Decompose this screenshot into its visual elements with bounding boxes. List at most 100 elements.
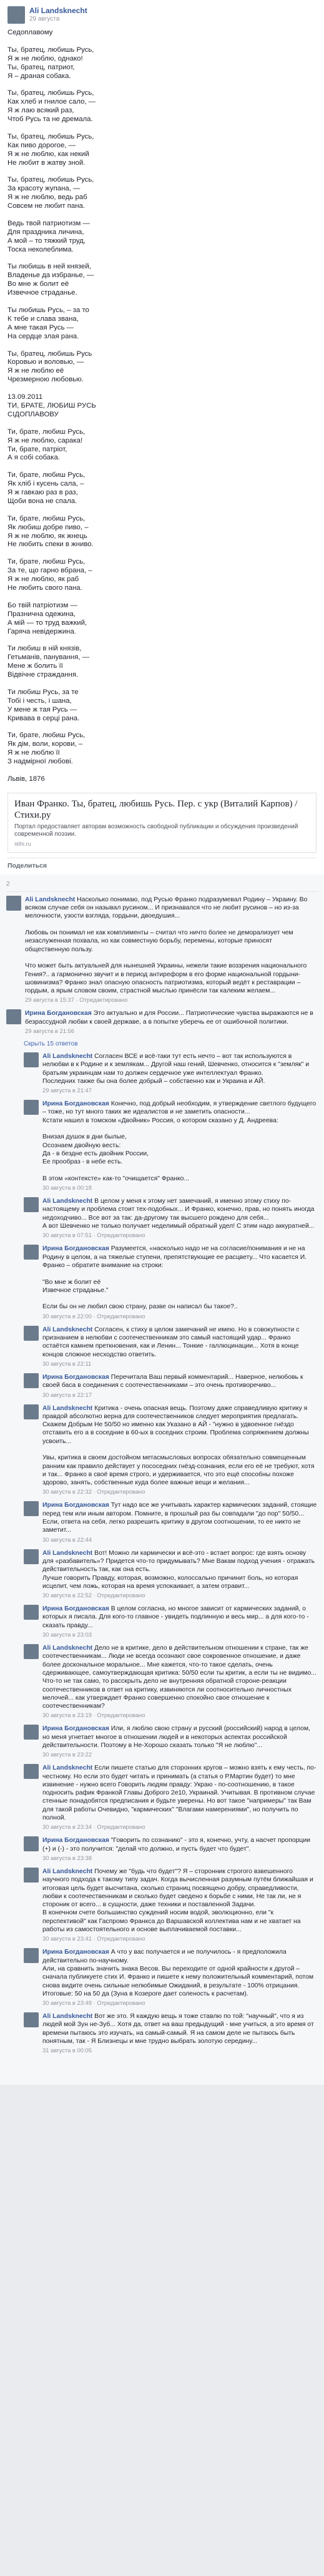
post-date[interactable]: 29 августа xyxy=(29,16,59,22)
link-description: Портал предоставляет авторам возможность… xyxy=(14,823,298,838)
comment-text: Ирина Богдановская Конечно, под добрый н… xyxy=(42,1100,318,1183)
comment-text: Ali Landsknecht Почему же "будь что буде… xyxy=(42,1868,318,1934)
comment-author[interactable]: Ali Landsknecht xyxy=(42,1550,92,1557)
comment-author[interactable]: Ali Landsknecht xyxy=(42,1645,92,1652)
comment-content: А что у вас получается и не получилось -… xyxy=(42,1949,314,1997)
reply-item: Ирина Богдановская А что у вас получаетс… xyxy=(24,1948,318,2006)
comment-author[interactable]: Ирина Богдановская xyxy=(42,1837,109,1844)
comment-body: Ирина Богдановская А что у вас получаетс… xyxy=(42,1948,318,2006)
comment-text: Ali Landsknecht Насколько понимаю, под Р… xyxy=(25,896,318,996)
comment-meta: 30 августа в 22:17 xyxy=(42,1391,92,1398)
commenter-avatar[interactable] xyxy=(24,1100,39,1115)
comment-meta: 30 августа в 22:11 xyxy=(42,1359,92,1367)
comment-author[interactable]: Ali Landsknecht xyxy=(42,1405,92,1412)
comment-author[interactable]: Ali Landsknecht xyxy=(42,1198,92,1205)
comment-meta: 30 августа в 22:52 · Отредактировано xyxy=(42,1592,145,1599)
commenter-avatar[interactable] xyxy=(24,1373,39,1388)
comment-meta: 29 августа в 15:37 · Отредактировано xyxy=(25,996,128,1004)
comment-text: Ali Landsknecht В целом у меня к этому н… xyxy=(42,1197,318,1230)
reply-item: Ирина Богдановская Конечно, под добрый н… xyxy=(24,1100,318,1191)
comment-text: Ирина Богдановская Перечитала Ваш первый… xyxy=(42,1373,318,1390)
comment-meta: 30 августа в 23:22 xyxy=(42,1751,92,1758)
comment-content: Конечно, под добрый необходим, я утвержд… xyxy=(42,1100,317,1182)
comment-meta: 30 августа в 23:38 xyxy=(42,1854,92,1861)
reply-item: Ирина Богдановская В целом согласна, но … xyxy=(24,1605,318,1638)
comment-author[interactable]: Ali Landsknecht xyxy=(25,896,75,903)
comment-meta: 29 августа в 21:47 xyxy=(42,1087,92,1094)
comment-body: Ali Landsknecht Вот! Можно ли кармически… xyxy=(42,1549,318,1599)
link-preview-body: Иван Франко. Ты, братец, любишь Русь. Пе… xyxy=(8,793,316,852)
commenter-avatar[interactable] xyxy=(24,1836,39,1852)
comment-author[interactable]: Ali Landsknecht xyxy=(42,1868,92,1875)
comment-text: Ali Landsknecht Дело не в критике, дело … xyxy=(42,1644,318,1710)
comment-content: Дело не в критике, дело в действительном… xyxy=(42,1645,317,1710)
link-domain: stihi.ru xyxy=(14,840,31,847)
comment-author[interactable]: Ali Landsknecht xyxy=(42,1326,92,1333)
comment-meta: 30 августа в 23:34 · Отредактировано xyxy=(42,1823,145,1831)
reply-item: Ирина Богдановская Или, я люблю свою стр… xyxy=(24,1725,318,1758)
link-title[interactable]: Иван Франко. Ты, братец, любишь Русь. Пе… xyxy=(14,798,310,821)
comment-body: Ali Landsknecht В целом у меня к этому н… xyxy=(42,1197,318,1238)
post-text: Седоплавому Ты, братец, любишь Русь, Я ж… xyxy=(7,29,96,783)
comment-author[interactable]: Ирина Богдановская xyxy=(42,1245,109,1252)
commenter-avatar[interactable] xyxy=(24,1501,39,1517)
commenter-avatar[interactable] xyxy=(24,1644,39,1660)
comment-content: Разумеется, «насколько надо не на соглас… xyxy=(42,1245,307,1311)
comment-item: Ali Landsknecht Насколько понимаю, под Р… xyxy=(6,895,318,1004)
comment-author[interactable]: Ali Landsknecht xyxy=(42,2013,92,2020)
commenter-avatar[interactable] xyxy=(24,2012,39,2028)
reply-item: Ирина Богдановская Перечитала Ваш первый… xyxy=(24,1373,318,1398)
comment-content: Почему же "будь что будет"? Я – сторонни… xyxy=(42,1868,313,1934)
comment-content: Если пишете статью для сторонних кругов … xyxy=(42,1765,317,1822)
hide-replies-link[interactable]: Скрыть 15 ответов xyxy=(24,1041,318,1047)
comment-author[interactable]: Ирина Богдановская xyxy=(42,1725,109,1732)
reply-item: Ali Landsknecht Согласен ВСЕ и всё-таки … xyxy=(24,1052,318,1094)
comment-meta: 30 августа в 07:51 · Отредактировано xyxy=(42,1232,145,1239)
commenter-avatar[interactable] xyxy=(24,1404,39,1419)
commenter-avatar[interactable] xyxy=(24,1197,39,1213)
comment-text: Ирина Богдановская А что у вас получаетс… xyxy=(42,1948,318,1998)
commenter-avatar[interactable] xyxy=(24,1725,39,1740)
comment-text: Ирина Богдановская В целом согласна, но … xyxy=(42,1605,318,1630)
commenter-avatar[interactable] xyxy=(24,1605,39,1620)
comment-author[interactable]: Ирина Богдановская xyxy=(42,1949,109,1956)
comment-author[interactable]: Ирина Богдановская xyxy=(42,1605,109,1612)
post-author[interactable]: Ali Landsknecht xyxy=(29,6,87,15)
reply-item: Ali Landsknecht Согласен, к стиху в цело… xyxy=(24,1325,318,1367)
comment-author[interactable]: Ali Landsknecht xyxy=(42,1053,92,1060)
comment-text: Ali Landsknecht Вот! Можно ли кармически… xyxy=(42,1549,318,1590)
commenter-avatar[interactable] xyxy=(24,1549,39,1564)
share-button[interactable]: Поделиться xyxy=(7,862,47,869)
commenter-avatar[interactable] xyxy=(24,1948,39,1964)
commenter-avatar[interactable] xyxy=(24,1764,39,1780)
comment-body: Ирина Богдановская Конечно, под добрый н… xyxy=(42,1100,318,1191)
comment-text: Ирина Богдановская Разумеется, «наскольк… xyxy=(42,1245,318,1311)
comment-text: Ali Landsknecht Если пишете статью для с… xyxy=(42,1764,318,1822)
author-avatar[interactable] xyxy=(7,6,25,24)
comment-text: Ali Landsknecht Критика - очень опасная … xyxy=(42,1404,318,1487)
commenter-avatar[interactable] xyxy=(24,1867,39,1883)
reply-item: Ali Landsknecht Если пишете статью для с… xyxy=(24,1764,318,1830)
comment-author[interactable]: Ирина Богдановская xyxy=(42,1502,109,1509)
comments-section: 2 Ali Landsknecht Насколько понимаю, под… xyxy=(0,874,324,2085)
commenter-avatar[interactable] xyxy=(6,1009,21,1025)
reply-item: Ali Landsknecht Дело не в критике, дело … xyxy=(24,1644,318,1718)
comment-text: Ирина Богдановская Это актуально и для Р… xyxy=(25,1009,318,1026)
comment-meta: 31 августа в 00:05 xyxy=(42,2047,92,2054)
commenter-avatar[interactable] xyxy=(6,895,21,911)
comment-meta: 30 августа в 22:44 xyxy=(42,1535,92,1543)
comment-author[interactable]: Ирина Богдановская xyxy=(25,1010,92,1017)
comment-body: Ирина Богдановская Тут надо все же учиты… xyxy=(42,1501,318,1542)
comment-meta: 30 августа в 23:49 · Отредактировано xyxy=(42,1999,145,2007)
commenter-avatar[interactable] xyxy=(24,1245,39,1260)
comment-list: Ali Landsknecht Насколько понимаю, под Р… xyxy=(6,895,318,2054)
post-card: Ali Landsknecht 29 августа Седоплавому Т… xyxy=(0,0,324,874)
comment-author[interactable]: Ирина Богдановская xyxy=(42,1100,109,1107)
commenter-avatar[interactable] xyxy=(24,1052,39,1067)
link-preview[interactable]: Иван Франко. Ты, братец, любишь Русь. Пе… xyxy=(7,792,317,853)
comment-author[interactable]: Ирина Богдановская xyxy=(42,1374,109,1381)
comment-author[interactable]: Ali Landsknecht xyxy=(42,1765,92,1771)
comment-meta: 30 августа в 00:18 xyxy=(42,1184,92,1192)
comment-text: Ali Landsknecht Согласен, к стиху в цело… xyxy=(42,1326,318,1359)
commenter-avatar[interactable] xyxy=(24,1325,39,1341)
